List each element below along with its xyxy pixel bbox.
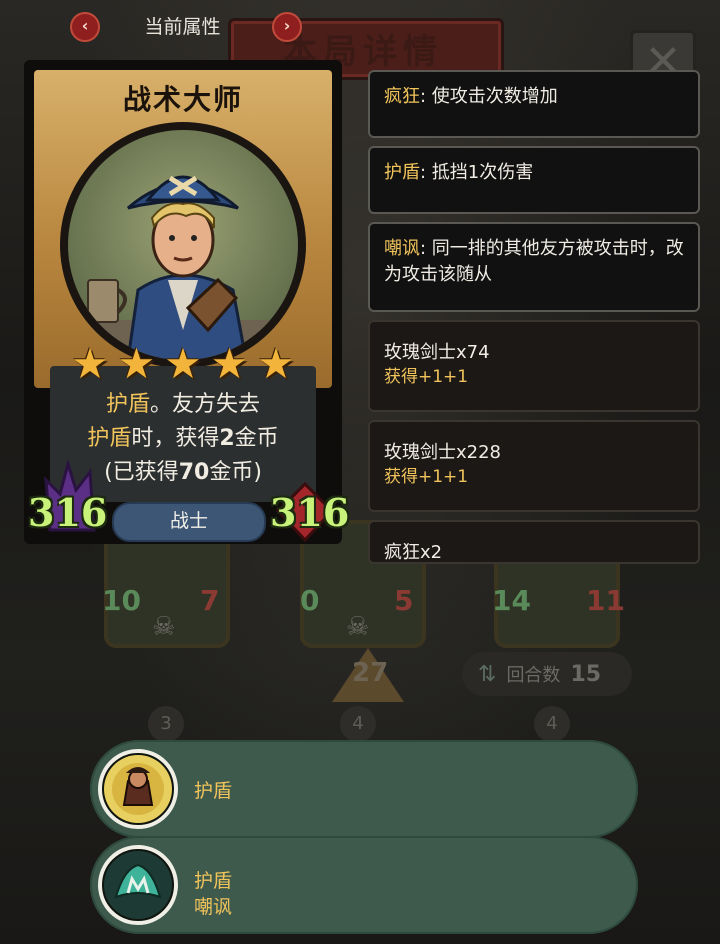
- minion-card: 战术大师 ★ ★ ★ ★ ★ 护盾。友方失去 护盾时，获得2金币 (已获得70金…: [24, 60, 349, 544]
- buff-log-item: 玫瑰剑士x228 获得+1+1: [368, 420, 700, 512]
- skull-icon: ☠: [346, 612, 370, 642]
- buff-log-item: 玫瑰剑士x74 获得+1+1: [368, 320, 700, 412]
- skull-icon: ☠: [152, 612, 176, 642]
- keyword-shield[interactable]: 护盾: [106, 392, 150, 417]
- shield-source-avatar-icon: [104, 755, 172, 823]
- chevron-left-icon: ‹: [81, 16, 89, 35]
- description-text: 。友方失去: [150, 392, 261, 417]
- card-portrait: [68, 130, 298, 360]
- taunt-source-avatar-icon: [104, 851, 172, 919]
- refresh-icon: ⇅: [478, 661, 497, 687]
- minion-health: 11: [586, 584, 625, 617]
- tier-badge: 4: [534, 706, 570, 742]
- keyword-desc: : 抵挡1次伤害: [420, 162, 534, 183]
- description-text: 时，获得: [131, 426, 220, 451]
- keyword-name: 嘲讽: [384, 238, 420, 259]
- buff-source: 疯狂x2: [384, 542, 443, 563]
- description-text: (已获得: [104, 460, 179, 485]
- round-label: 回合数: [506, 665, 561, 686]
- star-rating: ★ ★ ★ ★ ★: [68, 342, 298, 386]
- round-counter: ⇅ 回合数 15: [462, 652, 632, 696]
- gold-earned: 70: [178, 460, 210, 485]
- turn-counter: 27: [352, 658, 389, 688]
- page-title: 当前属性: [144, 16, 221, 38]
- attack-value: 316: [28, 490, 108, 535]
- star-icon: ★: [164, 339, 202, 388]
- description-line: 护盾时，获得2金币: [50, 420, 316, 452]
- minion-health: 7: [200, 584, 220, 617]
- effect-label: 嘲讽: [194, 896, 233, 918]
- minion-health: 5: [394, 584, 414, 617]
- star-icon: ★: [71, 339, 109, 388]
- health-value: 316: [270, 490, 350, 535]
- keyword-panel-shield: 护盾: 抵挡1次伤害: [368, 146, 700, 214]
- keyword-panel-taunt: 嘲讽: 同一排的其他友方被攻击时，改为攻击该随从: [368, 222, 700, 312]
- keyword-shield[interactable]: 护盾: [87, 426, 131, 451]
- keyword-desc: : 使攻击次数增加: [420, 86, 558, 107]
- effect-row[interactable]: 护盾 嘲讽: [90, 836, 638, 934]
- minion-attack: 0: [300, 584, 320, 617]
- chevron-right-icon: ›: [283, 16, 291, 35]
- tier-badge: 4: [340, 706, 376, 742]
- buff-source: 玫瑰剑士x74: [384, 342, 490, 363]
- buff-source: 玫瑰剑士x228: [384, 442, 502, 463]
- buff-effect: 获得+1+1: [384, 367, 469, 387]
- round-value: 15: [570, 661, 602, 687]
- card-name: 战术大师: [122, 83, 243, 116]
- next-button[interactable]: ›: [272, 12, 302, 42]
- tier-badge: 3: [148, 706, 184, 742]
- minion-attack: 10: [102, 584, 141, 617]
- tribe-badge: 战士: [112, 502, 266, 542]
- gold-amount: 2: [219, 426, 235, 451]
- description-text: 金币: [234, 426, 279, 451]
- effect-label: 护盾: [194, 780, 233, 802]
- effect-row[interactable]: 护盾: [90, 740, 638, 838]
- buff-log-item: 疯狂x2: [368, 520, 700, 564]
- keyword-name: 护盾: [384, 162, 420, 183]
- star-icon: ★: [257, 339, 295, 388]
- keyword-panel-frenzy: 疯狂: 使攻击次数增加: [368, 70, 700, 138]
- avatar: [98, 845, 178, 925]
- keyword-desc: : 同一排的其他友方被攻击时，改为攻击该随从: [384, 238, 684, 285]
- star-icon: ★: [210, 339, 249, 388]
- minion-attack: 14: [492, 584, 531, 617]
- prev-button[interactable]: ‹: [70, 12, 100, 42]
- description-text: 金币): [209, 460, 262, 485]
- buff-effect: 获得+1+1: [384, 467, 469, 487]
- pirate-captain-illustration: [68, 175, 298, 360]
- avatar: [98, 749, 178, 829]
- star-icon: ★: [117, 339, 156, 388]
- description-line: 护盾。友方失去: [50, 386, 316, 418]
- effect-label: 护盾: [194, 870, 233, 892]
- keyword-name: 疯狂: [384, 86, 420, 107]
